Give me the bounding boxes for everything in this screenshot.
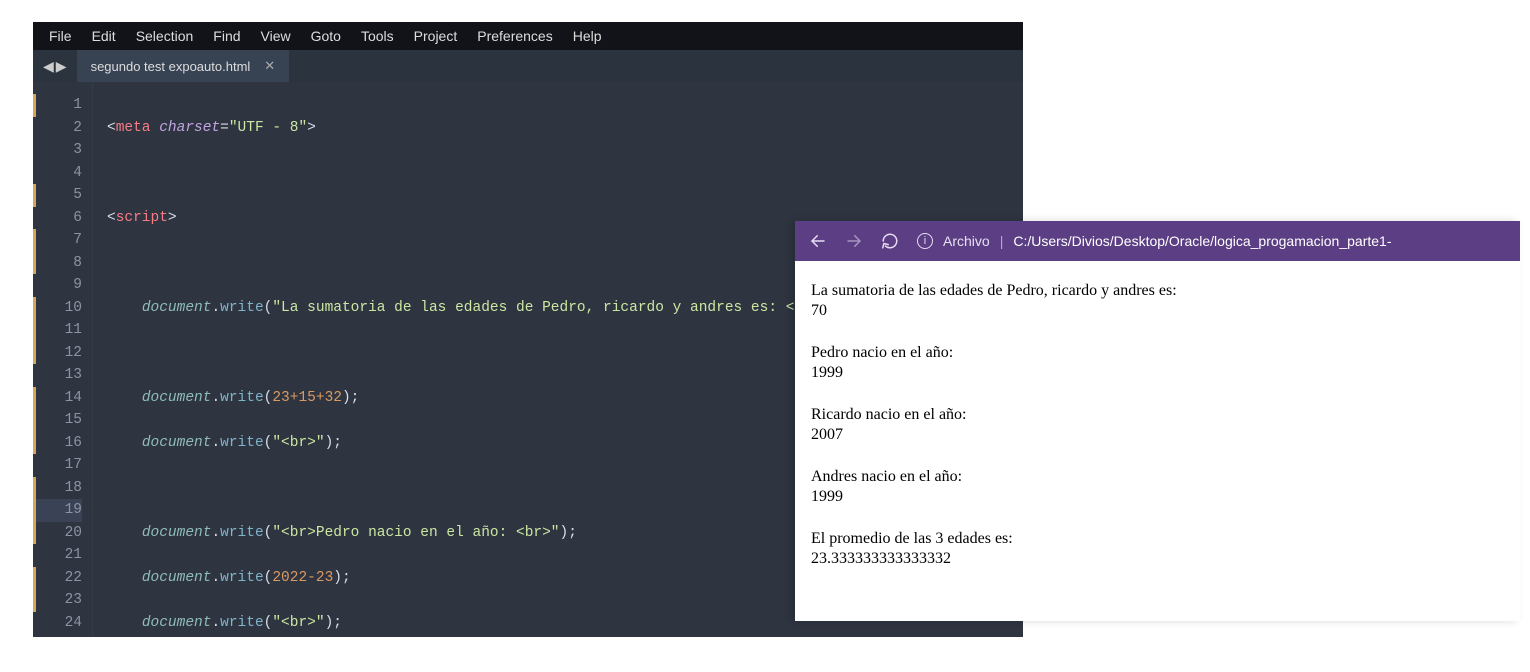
code-string: "<br>Pedro nacio en el año: <br>" bbox=[272, 525, 559, 541]
code-fn: write bbox=[220, 390, 264, 406]
output-value: 23.333333333333332 bbox=[811, 549, 1504, 569]
output-label: El promedio de las 3 edades es: bbox=[811, 529, 1504, 549]
code-obj: document bbox=[142, 570, 212, 586]
line-number: 2 bbox=[33, 117, 82, 140]
back-arrow-icon[interactable]: ◀ bbox=[43, 58, 54, 75]
menu-item-find[interactable]: Find bbox=[205, 26, 248, 46]
back-icon[interactable] bbox=[809, 232, 827, 250]
close-icon[interactable]: ✕ bbox=[264, 58, 275, 74]
output-value: 1999 bbox=[811, 487, 1504, 507]
output-label: Pedro nacio en el año: bbox=[811, 343, 1504, 363]
output-label: Andres nacio en el año: bbox=[811, 467, 1504, 487]
line-number: 7 bbox=[33, 229, 82, 252]
menu-item-project[interactable]: Project bbox=[406, 26, 466, 46]
menu-item-help[interactable]: Help bbox=[565, 26, 610, 46]
code-string: "La sumatoria de las edades de Pedro, ri… bbox=[272, 300, 829, 316]
output-value: 2007 bbox=[811, 425, 1504, 445]
browser-toolbar: i Archivo | C:/Users/Divios/Desktop/Orac… bbox=[795, 221, 1520, 261]
code-tag: script bbox=[116, 210, 168, 226]
addr-label: Archivo bbox=[943, 233, 990, 249]
output-label: La sumatoria de las edades de Pedro, ric… bbox=[811, 281, 1504, 301]
line-number: 23 bbox=[33, 589, 82, 612]
line-number: 22 bbox=[33, 567, 82, 590]
code-string: "<br>" bbox=[272, 615, 324, 631]
code-string: "UTF - 8" bbox=[229, 120, 307, 136]
line-number: 4 bbox=[33, 162, 82, 185]
code-obj: document bbox=[142, 390, 212, 406]
file-tab[interactable]: segundo test expoauto.html ✕ bbox=[77, 50, 290, 82]
menu-item-tools[interactable]: Tools bbox=[353, 26, 402, 46]
line-number: 14 bbox=[33, 387, 82, 410]
line-number: 10 bbox=[33, 297, 82, 320]
line-number: 1 bbox=[33, 94, 82, 117]
browser-page: La sumatoria de las edades de Pedro, ric… bbox=[795, 261, 1520, 611]
code-expr: 2022-23 bbox=[272, 570, 333, 586]
info-icon: i bbox=[917, 233, 933, 249]
code-string: "<br>" bbox=[272, 435, 324, 451]
code-obj: document bbox=[142, 300, 212, 316]
line-number: 18 bbox=[33, 477, 82, 500]
menu-item-file[interactable]: File bbox=[41, 26, 80, 46]
menu-item-preferences[interactable]: Preferences bbox=[469, 26, 560, 46]
menu-item-edit[interactable]: Edit bbox=[84, 26, 124, 46]
code-fn: write bbox=[220, 525, 264, 541]
code-fn: write bbox=[220, 615, 264, 631]
line-number: 5 bbox=[33, 184, 82, 207]
line-number: 8 bbox=[33, 252, 82, 275]
refresh-icon[interactable] bbox=[881, 232, 899, 250]
tab-bar: ◀ ▶ segundo test expoauto.html ✕ bbox=[33, 50, 1023, 82]
line-number: 15 bbox=[33, 409, 82, 432]
code-fn: write bbox=[220, 435, 264, 451]
output-label: Ricardo nacio en el año: bbox=[811, 405, 1504, 425]
menu-item-selection[interactable]: Selection bbox=[128, 26, 202, 46]
forward-icon[interactable] bbox=[845, 232, 863, 250]
tab-history-nav: ◀ ▶ bbox=[33, 58, 77, 75]
output-value: 1999 bbox=[811, 363, 1504, 383]
menu-item-view[interactable]: View bbox=[253, 26, 299, 46]
code-fn: write bbox=[220, 570, 264, 586]
code-fn: write bbox=[220, 300, 264, 316]
code-obj: document bbox=[142, 435, 212, 451]
menu-bar: File Edit Selection Find View Goto Tools… bbox=[33, 22, 1023, 50]
forward-arrow-icon[interactable]: ▶ bbox=[56, 58, 67, 75]
line-number: 17 bbox=[33, 454, 82, 477]
code-obj: document bbox=[142, 615, 212, 631]
line-number: 12 bbox=[33, 342, 82, 365]
line-number-gutter: 123456789101112131415161718192021222324 bbox=[33, 82, 93, 637]
menu-item-goto[interactable]: Goto bbox=[303, 26, 349, 46]
code-attr: charset bbox=[159, 120, 220, 136]
output-value: 70 bbox=[811, 301, 1504, 321]
line-number: 13 bbox=[33, 364, 82, 387]
file-tab-title: segundo test expoauto.html bbox=[91, 59, 251, 74]
code-tag: meta bbox=[116, 120, 151, 136]
addr-separator: | bbox=[1000, 233, 1004, 249]
line-number: 9 bbox=[33, 274, 82, 297]
code-expr: 23+15+32 bbox=[272, 390, 342, 406]
line-number: 19 bbox=[33, 499, 82, 522]
line-number: 6 bbox=[33, 207, 82, 230]
line-number: 11 bbox=[33, 319, 82, 342]
line-number: 21 bbox=[33, 544, 82, 567]
line-number: 20 bbox=[33, 522, 82, 545]
addr-path: C:/Users/Divios/Desktop/Oracle/logica_pr… bbox=[1013, 233, 1391, 249]
line-number: 3 bbox=[33, 139, 82, 162]
line-number: 24 bbox=[33, 612, 82, 635]
code-obj: document bbox=[142, 525, 212, 541]
browser-window: i Archivo | C:/Users/Divios/Desktop/Orac… bbox=[795, 221, 1520, 621]
address-bar[interactable]: i Archivo | C:/Users/Divios/Desktop/Orac… bbox=[917, 233, 1392, 249]
line-number: 16 bbox=[33, 432, 82, 455]
